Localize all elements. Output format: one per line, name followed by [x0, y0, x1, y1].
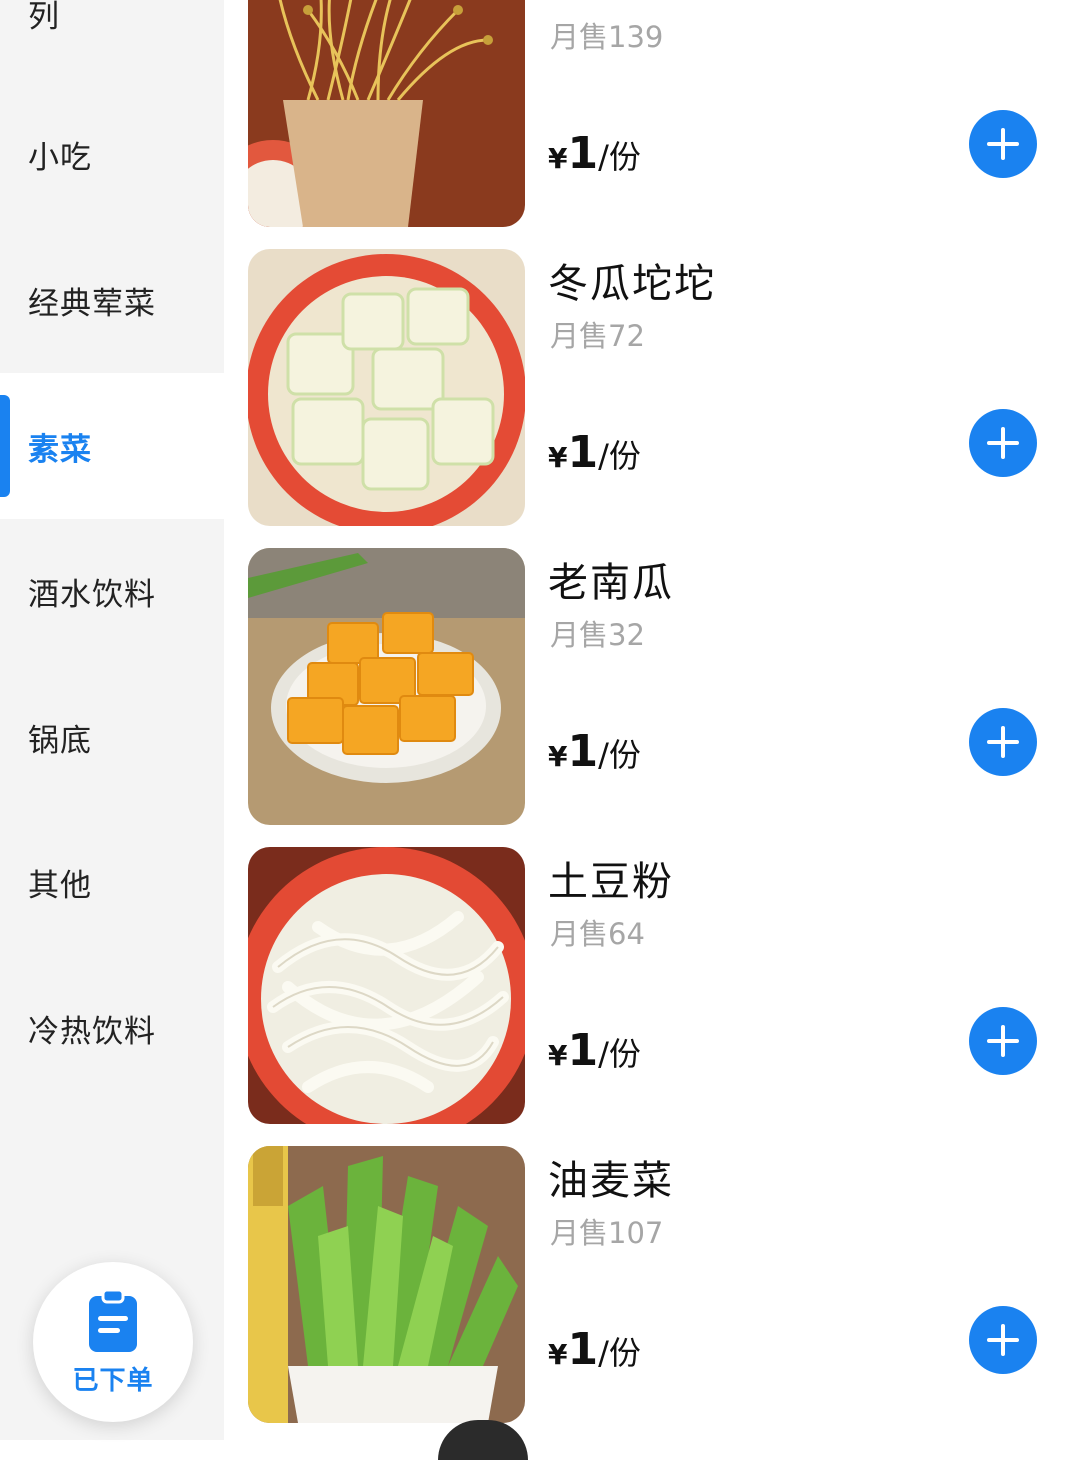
category-item-drinks[interactable]: 酒水饮料: [0, 518, 224, 664]
product-row[interactable]: 老南瓜 月售32 ¥1/份: [248, 548, 1080, 826]
plus-icon: [987, 128, 1019, 160]
category-sidebar: 列 小吃 经典荤菜 素菜 酒水饮料 锅底 其他 冷热饮料: [0, 0, 224, 1440]
add-to-cart-button[interactable]: [969, 708, 1037, 776]
category-item-hot-cold-drinks[interactable]: 冷热饮料: [0, 955, 224, 1101]
product-image: [248, 847, 525, 1124]
category-item-snacks[interactable]: 小吃: [0, 81, 224, 227]
product-price: ¥1/份: [548, 1324, 641, 1375]
product-monthly-sales: 月售72: [550, 319, 645, 353]
add-to-cart-button[interactable]: [969, 409, 1037, 477]
price-unit: /份: [598, 138, 641, 176]
category-label: 锅底: [28, 722, 92, 759]
product-row[interactable]: 土豆粉 月售64 ¥1/份: [248, 847, 1080, 1125]
price-unit: /份: [598, 1035, 641, 1073]
ordered-label: 已下单: [72, 1365, 154, 1396]
category-item-classic-meat[interactable]: 经典荤菜: [0, 227, 224, 373]
price-amount: 1: [567, 128, 599, 179]
product-name: 油麦菜: [548, 1158, 674, 1204]
price-amount: 1: [567, 427, 599, 478]
product-row[interactable]: 冬瓜坨坨 月售72 ¥1/份: [248, 249, 1080, 527]
plus-icon: [987, 427, 1019, 459]
plus-icon: [987, 1025, 1019, 1057]
price-currency: ¥: [548, 1039, 568, 1072]
product-image: [248, 249, 525, 526]
product-image: [248, 1146, 525, 1423]
plus-icon: [987, 726, 1019, 758]
product-monthly-sales: 月售32: [550, 618, 645, 652]
category-item-other[interactable]: 其他: [0, 809, 224, 955]
product-price: ¥1/份: [548, 726, 641, 777]
price-unit: /份: [598, 736, 641, 774]
category-label: 列: [28, 0, 60, 35]
category-item-soup-base[interactable]: 锅底: [0, 664, 224, 810]
add-to-cart-button[interactable]: [969, 1007, 1037, 1075]
category-item-vegetables[interactable]: 素菜: [0, 373, 224, 519]
price-amount: 1: [567, 1025, 599, 1076]
product-price: ¥1/份: [548, 1025, 641, 1076]
product-monthly-sales: 月售107: [550, 1216, 664, 1250]
plus-icon: [987, 1324, 1019, 1356]
product-price: ¥1/份: [548, 128, 641, 179]
category-label: 经典荤菜: [28, 285, 156, 322]
category-label: 冷热饮料: [28, 1013, 156, 1050]
category-item-partial[interactable]: 列: [0, 0, 224, 86]
add-to-cart-button[interactable]: [969, 1306, 1037, 1374]
product-monthly-sales: 月售64: [550, 917, 645, 951]
product-name: 土豆粉: [548, 859, 674, 905]
product-image: [248, 0, 525, 227]
price-unit: /份: [598, 437, 641, 475]
category-label: 其他: [28, 867, 92, 904]
price-currency: ¥: [548, 740, 568, 773]
product-name: 老南瓜: [548, 560, 674, 606]
category-label: 酒水饮料: [28, 576, 156, 613]
ordered-button[interactable]: 已下单: [33, 1262, 193, 1422]
bottom-scroll-handle[interactable]: [438, 1420, 528, 1460]
product-price: ¥1/份: [548, 427, 641, 478]
product-row[interactable]: 油麦菜 月售107 ¥1/份: [248, 1146, 1080, 1424]
clipboard-icon: [89, 1288, 137, 1352]
price-unit: /份: [598, 1334, 641, 1372]
price-currency: ¥: [548, 441, 568, 474]
price-currency: ¥: [548, 1338, 568, 1371]
product-name: 冬瓜坨坨: [548, 261, 716, 307]
price-amount: 1: [567, 726, 599, 777]
product-monthly-sales: 月售139: [550, 20, 664, 54]
product-row[interactable]: 月售139 ¥1/份: [248, 0, 1080, 228]
category-label: 素菜: [28, 431, 92, 468]
product-image: [248, 548, 525, 825]
add-to-cart-button[interactable]: [969, 110, 1037, 178]
category-label: 小吃: [28, 139, 92, 176]
price-currency: ¥: [548, 142, 568, 175]
price-amount: 1: [567, 1324, 599, 1375]
